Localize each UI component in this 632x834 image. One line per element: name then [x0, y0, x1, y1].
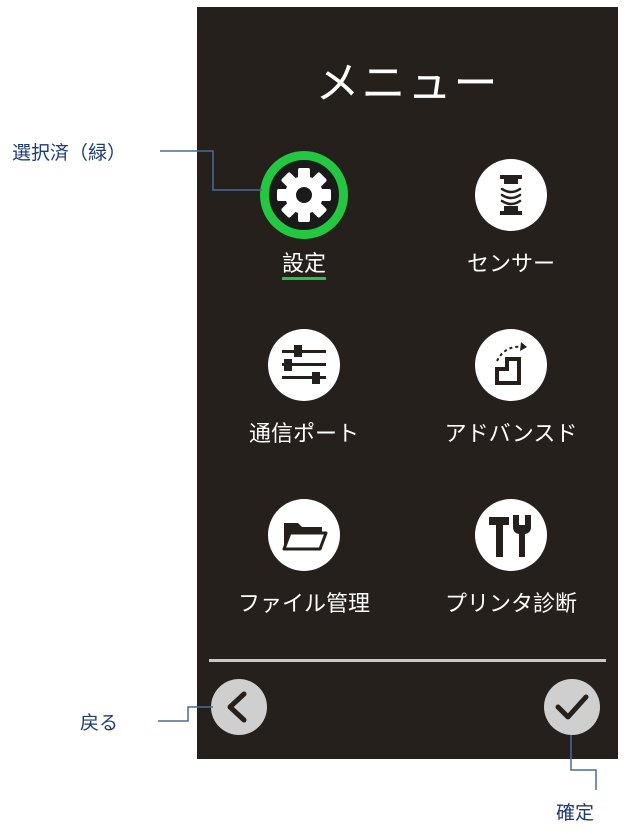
canvas: メニュー 設定 センサー 通信ポート アドバンスド ファイル管理 プリンタ診断 … — [0, 0, 632, 834]
menu-item-label: プリンタ診断 — [444, 592, 577, 617]
back-button[interactable] — [211, 679, 267, 735]
tools-icon — [475, 499, 547, 571]
menu-item-label: ファイル管理 — [237, 592, 370, 617]
checkmark-icon — [555, 694, 589, 720]
menu-item-label: アドバンスド — [444, 422, 578, 447]
menu-item-label: 設定 — [281, 252, 326, 277]
callout-selected: 選択済（緑） — [12, 142, 127, 164]
menu-item-label: 通信ポート — [248, 422, 359, 447]
sliders-icon — [268, 329, 340, 401]
confirm-button[interactable] — [544, 679, 600, 735]
menu-item-sensor[interactable]: センサー — [421, 159, 601, 294]
menu-item-comm-port[interactable]: 通信ポート — [214, 329, 394, 464]
menu-item-label: センサー — [466, 252, 555, 277]
menu-item-printer-diagnostics[interactable]: プリンタ診断 — [421, 499, 601, 634]
gear-icon — [260, 151, 348, 239]
menu-item-advanced[interactable]: アドバンスド — [421, 329, 601, 464]
callout-back: 戻る — [80, 712, 119, 734]
printer-display: メニュー 設定 センサー 通信ポート アドバンスド ファイル管理 プリンタ診断 — [197, 7, 618, 759]
sensor-icon — [475, 159, 547, 231]
selection-underline — [282, 277, 326, 280]
divider — [209, 659, 606, 662]
stairs-icon — [475, 329, 547, 401]
folder-icon — [268, 499, 340, 571]
callout-confirm: 確定 — [556, 802, 595, 824]
menu-item-settings[interactable]: 設定 — [214, 151, 394, 294]
menu-title: メニュー — [315, 58, 500, 109]
chevron-left-icon — [227, 691, 247, 723]
menu-item-file-management[interactable]: ファイル管理 — [214, 499, 394, 634]
